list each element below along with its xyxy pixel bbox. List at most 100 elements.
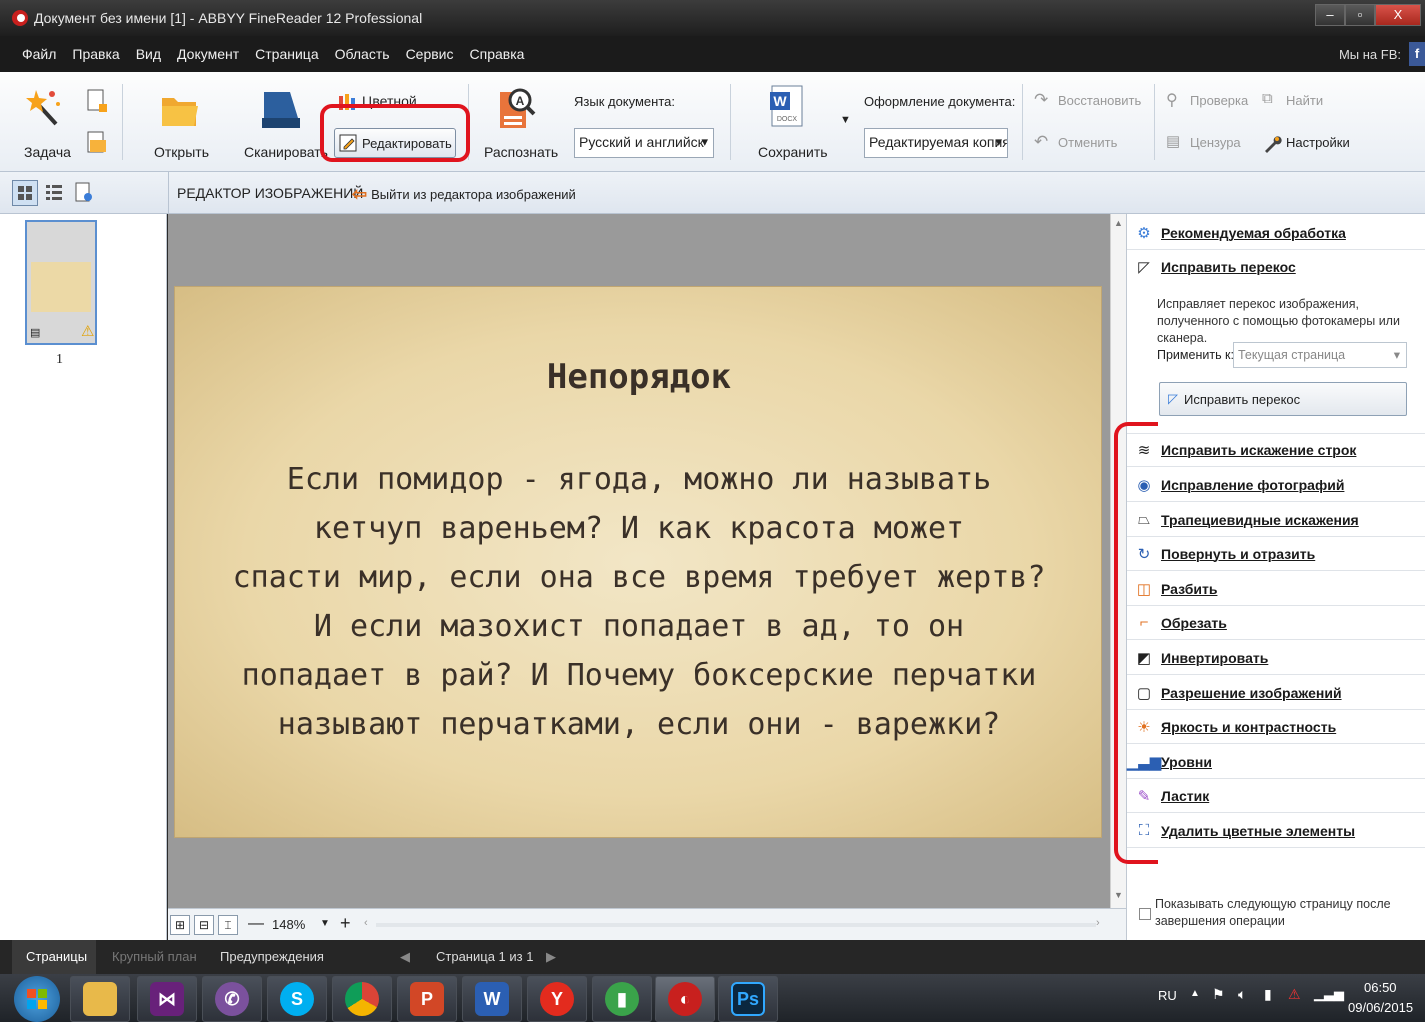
- color-mode-button[interactable]: Цветной: [336, 90, 446, 114]
- find-button[interactable]: ⧉ Найти: [1262, 90, 1332, 114]
- signal-icon[interactable]: ▁▃▅: [1314, 986, 1344, 1002]
- verify-button[interactable]: ⚲ Проверка: [1166, 90, 1256, 114]
- fit-page-button[interactable]: ⊞: [170, 915, 190, 935]
- tool-levels[interactable]: ▁▃▆ Уровни: [1127, 745, 1425, 779]
- taskbar-yandex[interactable]: Y: [527, 976, 587, 1022]
- taskbar-photoshop[interactable]: Ps: [718, 976, 778, 1022]
- scroll-left-icon[interactable]: ‹: [364, 917, 368, 929]
- close-button[interactable]: X: [1375, 4, 1421, 26]
- fit-height-button[interactable]: ⌶: [218, 915, 238, 935]
- line-distortion-icon: ≋: [1137, 442, 1151, 459]
- censor-button[interactable]: ▤ Цензура: [1166, 132, 1256, 156]
- save-dropdown-arrow-icon[interactable]: ▼: [840, 114, 851, 126]
- menu-document[interactable]: Документ: [169, 46, 247, 62]
- menu-service[interactable]: Сервис: [398, 46, 462, 62]
- tool-trapezoid-correction[interactable]: ⏢ Трапециевидные искажения: [1127, 503, 1425, 537]
- tool-invert[interactable]: ◩ Инвертировать: [1127, 641, 1425, 675]
- flag-icon[interactable]: ⚑: [1212, 986, 1225, 1003]
- taskbar-word[interactable]: W: [462, 976, 522, 1022]
- zoom-value[interactable]: 148%: [272, 917, 305, 932]
- save-button[interactable]: W DOCX Сохранить: [748, 78, 828, 164]
- tool-recommended-processing[interactable]: ⚙ Рекомендуемая обработка: [1127, 216, 1425, 250]
- taskbar-chrome[interactable]: [332, 976, 392, 1022]
- scroll-right-icon[interactable]: ›: [1096, 917, 1100, 929]
- battery-icon[interactable]: ▮: [1264, 986, 1272, 1003]
- tool-remove-color-marks[interactable]: ⛶ Удалить цветные элементы: [1127, 814, 1425, 848]
- menu-edit[interactable]: Правка: [64, 46, 127, 62]
- tool-photo-correction[interactable]: ◉ Исправление фотографий: [1127, 468, 1425, 502]
- taskbar-powerpoint[interactable]: P: [397, 976, 457, 1022]
- taskbar-charts[interactable]: ▮: [592, 976, 652, 1022]
- tool-crop[interactable]: ⌐ Обрезать: [1127, 606, 1425, 640]
- open-button[interactable]: Открыть: [148, 78, 218, 164]
- undo-button[interactable]: ↶ Отменить: [1034, 132, 1146, 156]
- page-thumbnail[interactable]: ▤ ⚠: [25, 220, 97, 345]
- document-language-select[interactable]: Русский и английск: [574, 128, 714, 158]
- page-text-line: попадает в рай? И Почему боксерские перч…: [241, 658, 1037, 693]
- menu-view[interactable]: Вид: [128, 46, 169, 62]
- tab-closeup[interactable]: Крупный план: [112, 949, 197, 964]
- details-view-button[interactable]: [42, 180, 66, 206]
- tool-deskew[interactable]: ◸ Исправить перекос: [1127, 250, 1425, 284]
- minimize-button[interactable]: –: [1315, 4, 1345, 26]
- language-indicator[interactable]: RU: [1158, 988, 1177, 1003]
- tool-image-resolution[interactable]: ▢ Разрешение изображений: [1127, 676, 1425, 710]
- recognize-button[interactable]: A Распознать: [480, 78, 558, 164]
- fit-width-button[interactable]: ⊟: [194, 915, 214, 935]
- scroll-up-icon[interactable]: ▲: [1114, 218, 1123, 228]
- zoom-dropdown-icon[interactable]: ▼: [320, 918, 330, 929]
- tool-label: Инвертировать: [1161, 649, 1269, 666]
- restore-button[interactable]: ↷ Восстановить: [1034, 90, 1146, 114]
- menu-help[interactable]: Справка: [462, 46, 533, 62]
- tool-split[interactable]: ◫ Разбить: [1127, 572, 1425, 606]
- tab-pages[interactable]: Страницы: [12, 940, 96, 974]
- task-button[interactable]: Задача: [14, 78, 76, 164]
- page-properties-button[interactable]: [72, 180, 96, 206]
- new-image-icon[interactable]: [86, 130, 108, 156]
- menu-page[interactable]: Страница: [247, 46, 326, 62]
- settings-button[interactable]: Настройки: [1262, 132, 1362, 156]
- clock-date[interactable]: 09/06/2015: [1348, 1000, 1413, 1015]
- tool-fix-line-distortion[interactable]: ≋ Исправить искажение строк: [1127, 433, 1425, 467]
- zoom-out-button[interactable]: —: [248, 915, 264, 933]
- tool-rotate-flip[interactable]: ↻ Повернуть и отразить: [1127, 537, 1425, 571]
- taskbar-viber[interactable]: ✆: [202, 976, 262, 1022]
- horizontal-scrollbar[interactable]: [376, 923, 1096, 927]
- edit-image-button[interactable]: Редактировать: [334, 128, 456, 158]
- taskbar-visual-studio[interactable]: ⋈: [137, 976, 197, 1022]
- maximize-button[interactable]: ▫: [1345, 4, 1375, 26]
- next-page-icon[interactable]: ▶: [546, 949, 556, 965]
- deskew-button[interactable]: ◸ Исправить перекос: [1159, 382, 1407, 416]
- network-warning-icon[interactable]: ⚠: [1288, 986, 1301, 1003]
- facebook-link[interactable]: Мы на FB: f: [1339, 42, 1425, 66]
- taskbar-finereader[interactable]: ◐: [655, 976, 715, 1022]
- vertical-scrollbar[interactable]: ▲ ▼: [1110, 214, 1126, 908]
- scan-button[interactable]: Сканировать: [242, 78, 328, 164]
- new-document-icon[interactable]: [86, 88, 108, 114]
- menu-area[interactable]: Область: [327, 46, 398, 62]
- image-view[interactable]: Непорядок Если помидор - ягода, можно ли…: [168, 214, 1110, 908]
- tool-eraser[interactable]: ✎ Ластик: [1127, 779, 1425, 813]
- zoom-in-button[interactable]: +: [340, 913, 351, 934]
- color-bars-icon: [339, 94, 355, 110]
- taskbar-explorer[interactable]: [70, 976, 130, 1022]
- menu-file[interactable]: Файл: [14, 46, 64, 62]
- volume-icon[interactable]: 🔈︎: [1238, 986, 1246, 1003]
- taskbar-skype[interactable]: S: [267, 976, 327, 1022]
- page-image[interactable]: Непорядок Если помидор - ягода, можно ли…: [174, 286, 1102, 838]
- restore-label: Восстановить: [1058, 93, 1142, 108]
- exit-image-editor-link[interactable]: ⇦ Выйти из редактора изображений: [352, 182, 576, 206]
- folder-icon: [83, 982, 117, 1016]
- apply-to-select[interactable]: Текущая страница: [1233, 342, 1407, 368]
- start-button[interactable]: [14, 976, 60, 1022]
- document-format-select[interactable]: Редактируемая копия: [864, 128, 1008, 158]
- recognize-label: Распознать: [484, 144, 559, 160]
- levels-icon: ▁▃▆: [1126, 753, 1162, 771]
- scroll-down-icon[interactable]: ▼: [1114, 890, 1123, 900]
- thumbnails-view-button[interactable]: [12, 180, 38, 206]
- tool-brightness-contrast[interactable]: ☀ Яркость и контрастность: [1127, 710, 1425, 744]
- previous-page-icon[interactable]: ◀: [400, 949, 410, 965]
- tab-warnings[interactable]: Предупреждения: [220, 949, 324, 964]
- clock-time[interactable]: 06:50: [1364, 980, 1397, 995]
- show-hidden-icons-icon[interactable]: ▲: [1190, 988, 1200, 999]
